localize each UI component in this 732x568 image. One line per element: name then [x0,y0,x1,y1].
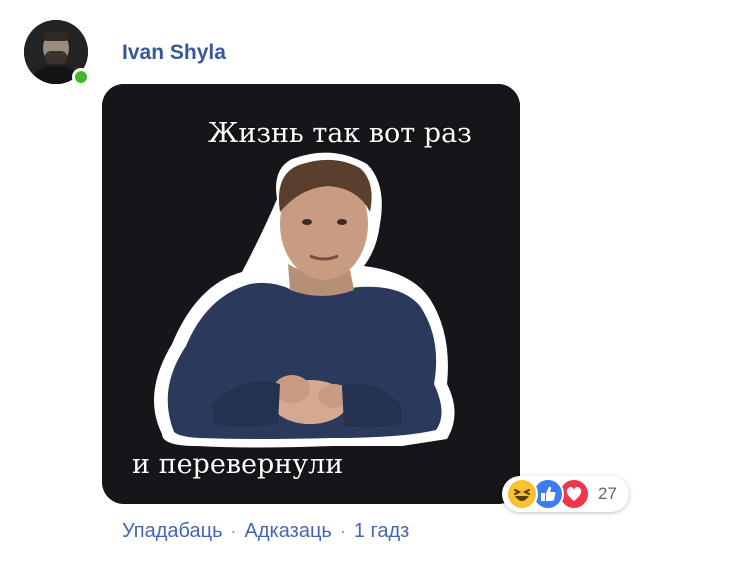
sticker-caption-bottom: и перевернули [132,449,344,480]
online-status-indicator [72,68,90,86]
reaction-count: 27 [598,484,617,503]
sticker-caption-top: Жизнь так вот раз [208,118,472,149]
actions-separator: · [339,521,346,541]
haha-icon [506,478,538,510]
comment-author-link[interactable]: Ivan Shyla [122,41,226,65]
actions-separator: · [230,521,237,541]
reply-comment-link[interactable]: Адказаць [245,520,332,543]
comment: Ivan Shyla Жизнь так вот раз и переверну… [0,0,732,568]
reactions-summary[interactable]: 27 [502,476,629,512]
comment-sticker[interactable]: Жизнь так вот раз и перевернули [102,84,520,504]
like-comment-link[interactable]: Упадабаць [122,520,223,543]
avatar[interactable] [24,20,90,86]
comment-actions: Упадабаць · Адказаць · 1 гадз [122,520,409,543]
comment-timestamp[interactable]: 1 гадз [354,520,410,543]
